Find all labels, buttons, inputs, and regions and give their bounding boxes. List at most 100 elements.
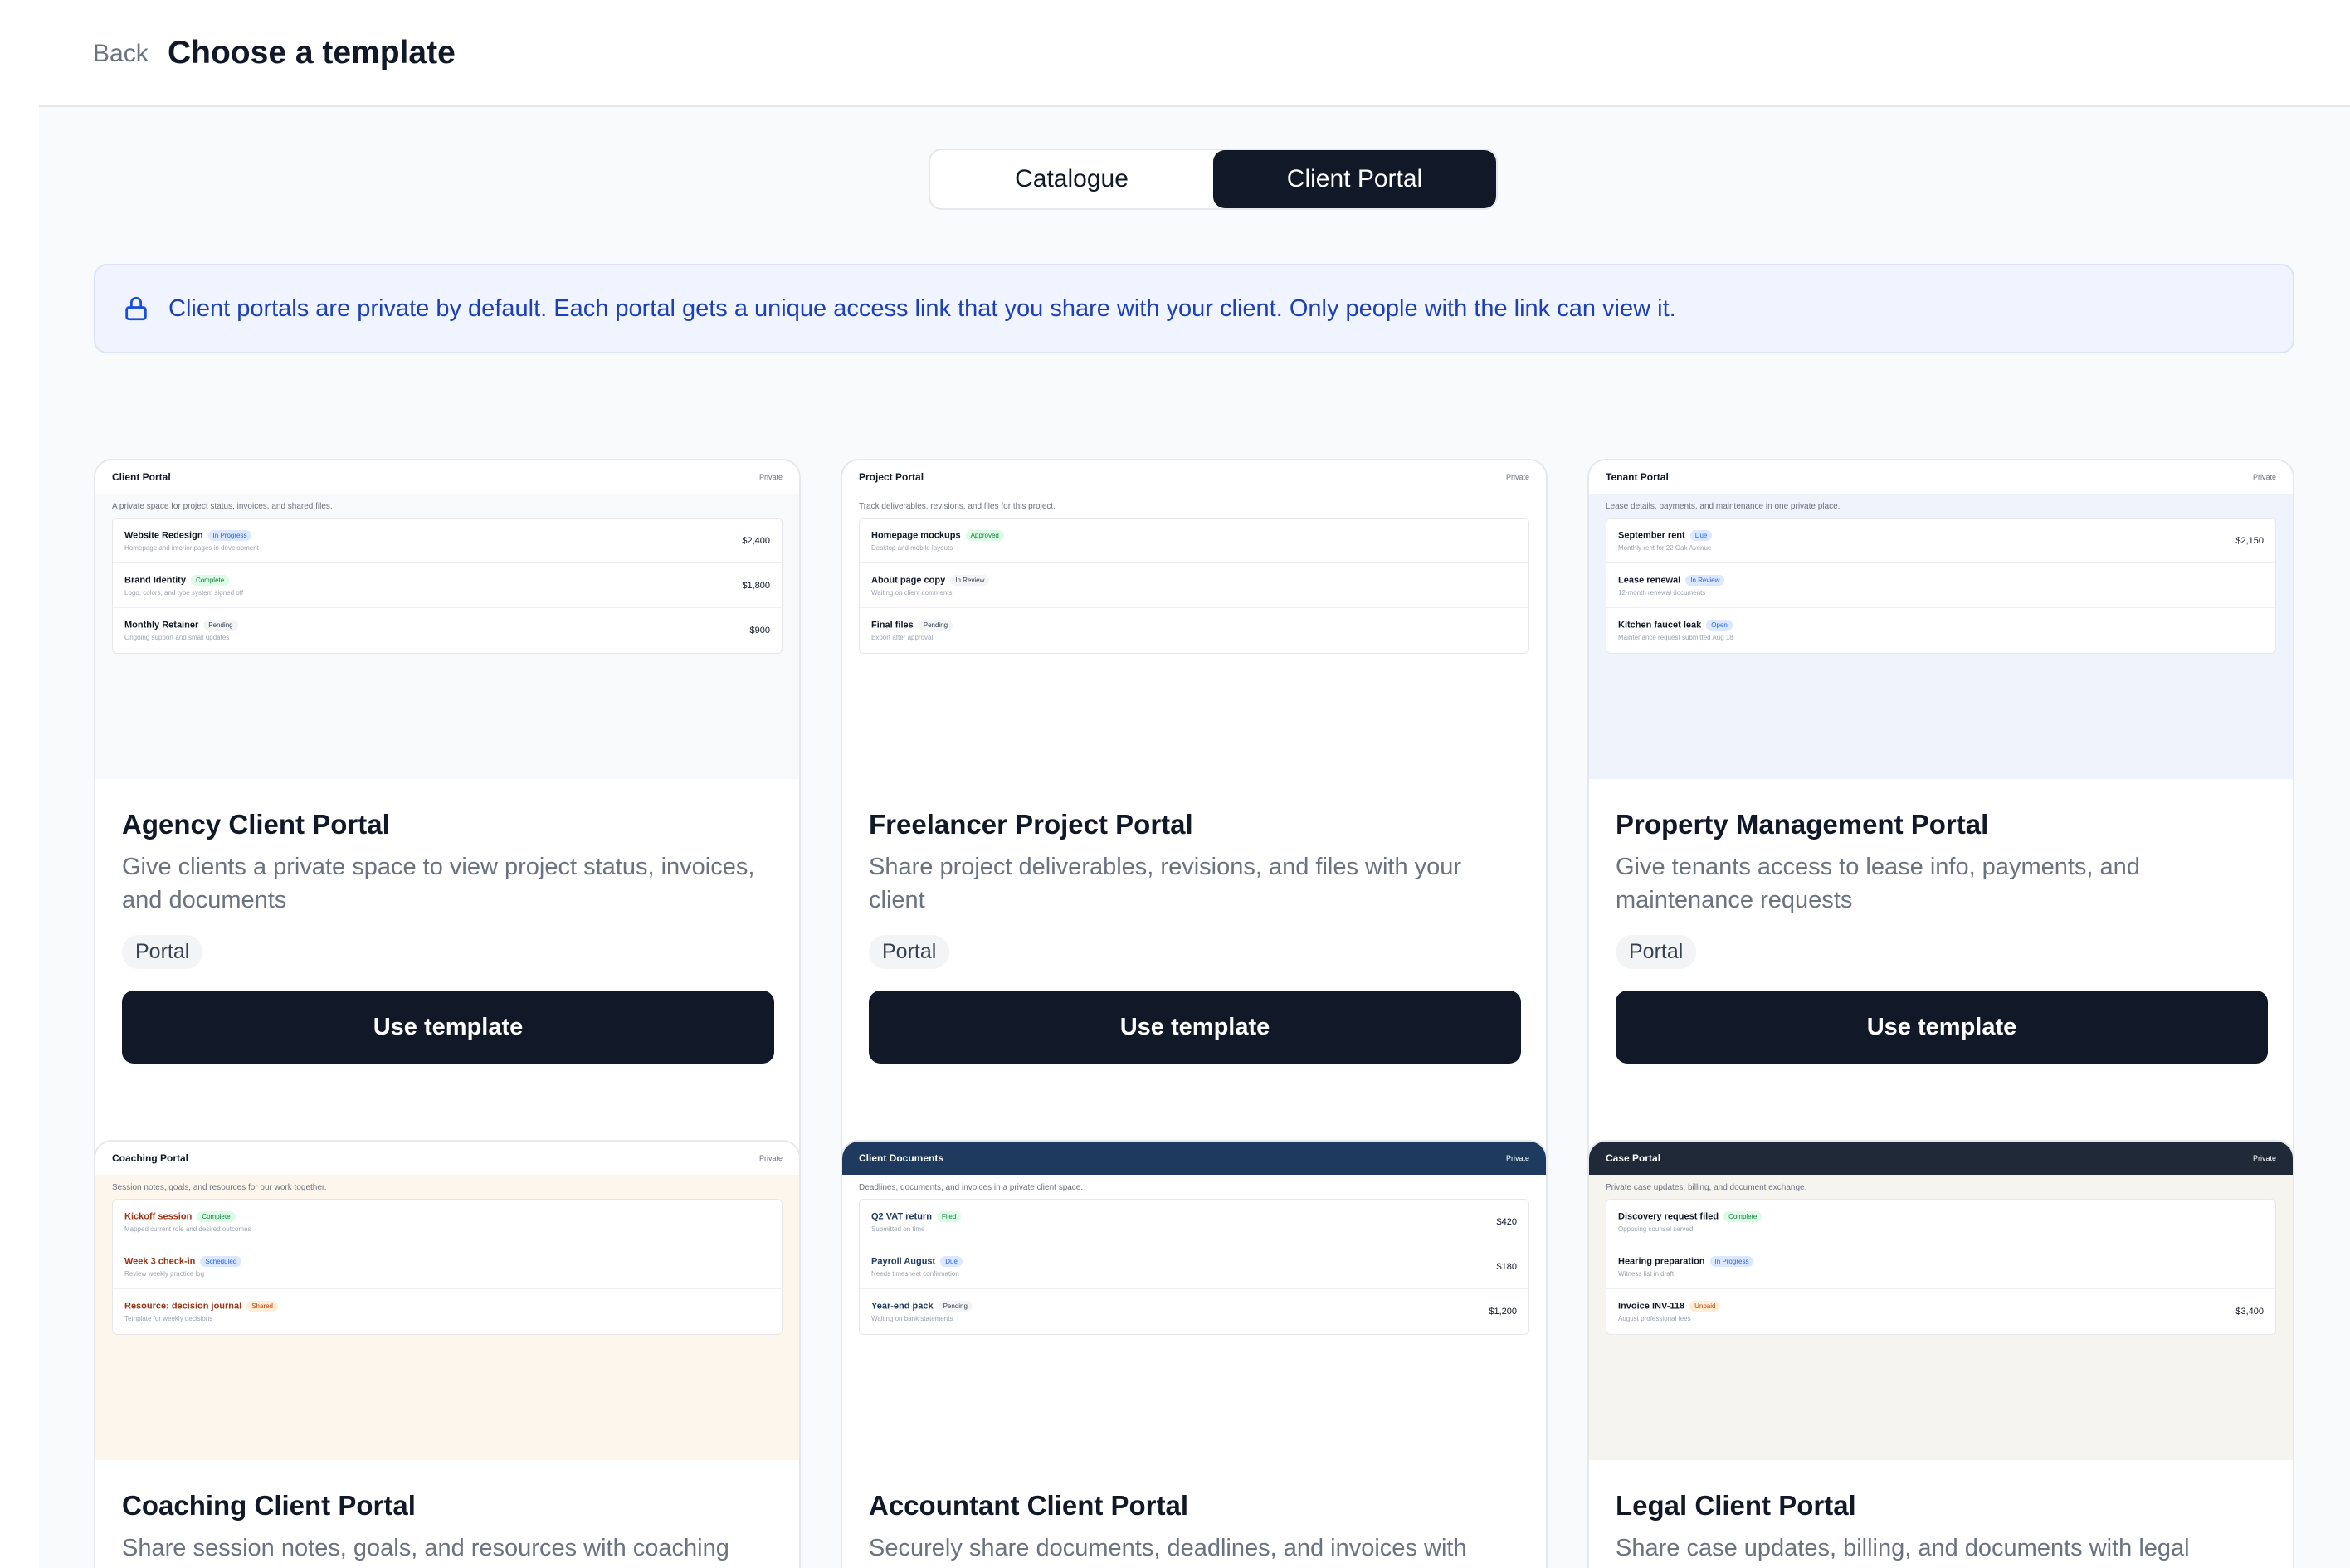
preview-row-sub: Review weekly practice log — [124, 1269, 205, 1278]
top-bar: Back Choose a template — [0, 0, 2350, 105]
preview-row-sub: Mapped current role and desired outcomes — [124, 1225, 251, 1233]
lock-icon — [125, 296, 147, 321]
status-badge: In Progress — [207, 529, 252, 541]
tab-catalogue[interactable]: Catalogue — [930, 150, 1213, 208]
preview-row: Brand Identity Complete Logo, colors, and … — [113, 563, 782, 608]
page-title: Choose a template — [168, 35, 456, 71]
preview-row-amount: $2,400 — [742, 535, 770, 546]
preview-row-name: Invoice INV-118 — [1618, 1301, 1685, 1312]
card-body: Legal Client Portal Share case updates, … — [1589, 1460, 2293, 1568]
template-type-tabs: Catalogue Client Portal — [929, 149, 1498, 210]
template-card-agency: Client Portal Private A private space fo… — [94, 459, 801, 1206]
preview-row-sub: Logo, colors, and type system signed off — [124, 588, 244, 597]
preview-list: Homepage mockups Approved Desktop and mobi… — [859, 518, 1529, 654]
privacy-notice: Client portals are private by default. E… — [94, 264, 2294, 353]
preview-row-sub: Waiting on bank statements — [871, 1315, 953, 1322]
category-tag: Portal — [122, 935, 203, 969]
preview-title: Client Portal — [112, 471, 171, 483]
card-description: Share case updates, billing, and documen… — [1616, 1535, 2190, 1561]
preview-row: Q2 VAT return Filed Submitted on time $420 — [860, 1200, 1528, 1244]
status-badge: Pending — [938, 1301, 973, 1312]
preview-row-name: Lease renewal — [1618, 574, 1681, 585]
status-badge: Complete — [190, 574, 230, 586]
preview-row-sub: Homepage and interior pages in developme… — [124, 543, 259, 552]
card-title: Freelancer Project Portal — [869, 809, 1193, 840]
privacy-notice-text: Client portals are private by default. E… — [168, 295, 1676, 322]
preview-row-name: Week 3 check-in — [124, 1255, 196, 1266]
preview-row-name: Monthly Retainer — [124, 620, 199, 631]
preview-subtitle: A private space for project status, invo… — [112, 502, 333, 511]
preview-row: Website Redesign In Progress Homepage and … — [113, 519, 782, 563]
preview-row-amount: $180 — [1496, 1261, 1517, 1272]
preview-row-name: Q2 VAT return — [871, 1210, 932, 1221]
card-body: Property Management Portal Give tenants … — [1589, 779, 2293, 1064]
tab-client-portal[interactable]: Client Portal — [1213, 150, 1496, 208]
preview-row: Year-end pack Pending Waiting on bank stat… — [860, 1289, 1528, 1334]
preview-row: Final files Pending Export after approval — [860, 608, 1528, 653]
template-preview: Project Portal Private Track deliverable… — [842, 460, 1546, 779]
preview-row-sub: Monthly rent for 22 Oak Avenue — [1618, 543, 1712, 552]
card-title: Coaching Client Portal — [122, 1490, 416, 1521]
use-template-button[interactable]: Use template — [869, 991, 1521, 1064]
category-tag: Portal — [869, 935, 950, 969]
status-badge: Pending — [918, 620, 953, 631]
preview-privacy-label: Private — [2252, 1154, 2276, 1162]
preview-row-amount: $1,200 — [1489, 1307, 1517, 1317]
status-badge: Scheduled — [200, 1255, 242, 1267]
status-badge: Shared — [246, 1301, 278, 1312]
template-preview: Tenant Portal Private Lease details, pay… — [1589, 460, 2293, 779]
preview-row-name: Payroll August — [871, 1255, 936, 1266]
preview-row-amount: $900 — [749, 626, 770, 635]
preview-row-name: About page copy — [871, 574, 946, 585]
preview-privacy-label: Private — [1505, 1154, 1529, 1162]
template-preview: Client Documents Private Deadlines, docu… — [842, 1142, 1546, 1460]
preview-row-sub: August professional fees — [1618, 1315, 1691, 1322]
preview-row-sub: Submitted on time — [871, 1225, 925, 1233]
preview-list: September rent Due Monthly rent for 22 Oak… — [1606, 518, 2276, 654]
card-description: Give tenants access to lease info, payme… — [1616, 854, 2140, 913]
preview-privacy-label: Private — [1505, 473, 1529, 481]
preview-row-sub: Needs timesheet confirmation — [871, 1269, 959, 1278]
preview-row: Invoice INV-118 Unpaid August professional… — [1606, 1289, 2275, 1334]
preview-row: Payroll August Due Needs timesheet confirm… — [860, 1244, 1528, 1289]
category-tag: Portal — [1616, 935, 1697, 969]
preview-subtitle: Track deliverables, revisions, and files… — [859, 502, 1056, 511]
preview-row-sub: Maintenance request submitted Aug 18 — [1618, 634, 1733, 641]
preview-row: September rent Due Monthly rent for 22 Oak… — [1606, 519, 2275, 563]
preview-title: Case Portal — [1606, 1152, 1661, 1164]
main-content: Catalogue Client Portal Client portals a… — [39, 105, 2350, 1568]
back-button[interactable]: Back — [93, 40, 149, 68]
status-badge: Due — [940, 1255, 963, 1267]
status-badge: In Progress — [1709, 1255, 1754, 1267]
preview-row-amount: $2,150 — [2235, 535, 2264, 546]
preview-row-name: Resource: decision journal — [124, 1301, 242, 1312]
status-badge: Due — [1689, 529, 1713, 541]
card-title: Property Management Portal — [1616, 809, 1989, 840]
status-badge: Complete — [1723, 1210, 1762, 1222]
preview-subtitle: Private case updates, billing, and docum… — [1606, 1183, 1807, 1192]
preview-row-sub: Template for weekly decisions — [124, 1315, 213, 1322]
preview-title: Project Portal — [859, 471, 924, 483]
template-card-legal: Case Portal Private Private case updates… — [1587, 1140, 2294, 1568]
card-title: Accountant Client Portal — [869, 1490, 1189, 1521]
use-template-button[interactable]: Use template — [122, 991, 774, 1064]
template-card-coaching: Coaching Portal Private Session notes, g… — [94, 1140, 801, 1568]
card-body: Accountant Client Portal Securely share … — [842, 1460, 1546, 1568]
preview-subtitle: Deadlines, documents, and invoices in a … — [859, 1183, 1084, 1192]
card-description: Securely share documents, deadlines, and… — [869, 1535, 1467, 1561]
card-body: Coaching Client Portal Share session not… — [95, 1460, 799, 1568]
template-card-freelancer: Project Portal Private Track deliverable… — [841, 459, 1548, 1206]
preview-row-name: Kickoff session — [124, 1210, 193, 1221]
card-body: Freelancer Project Portal Share project … — [842, 779, 1546, 1064]
preview-title: Client Documents — [859, 1152, 944, 1164]
preview-row-name: September rent — [1618, 529, 1685, 540]
status-badge: In Review — [1685, 574, 1725, 586]
use-template-button[interactable]: Use template — [1616, 991, 2268, 1064]
preview-row: Lease renewal In Review 12-month renewal d… — [1606, 563, 2275, 608]
preview-title: Coaching Portal — [112, 1152, 189, 1164]
preview-row-amount: $420 — [1496, 1216, 1517, 1227]
preview-row-sub: Desktop and mobile layouts — [871, 543, 953, 552]
preview-row-name: Brand Identity — [124, 574, 186, 585]
preview-subtitle: Session notes, goals, and resources for … — [112, 1183, 327, 1192]
template-card-property: Tenant Portal Private Lease details, pay… — [1587, 459, 2294, 1206]
